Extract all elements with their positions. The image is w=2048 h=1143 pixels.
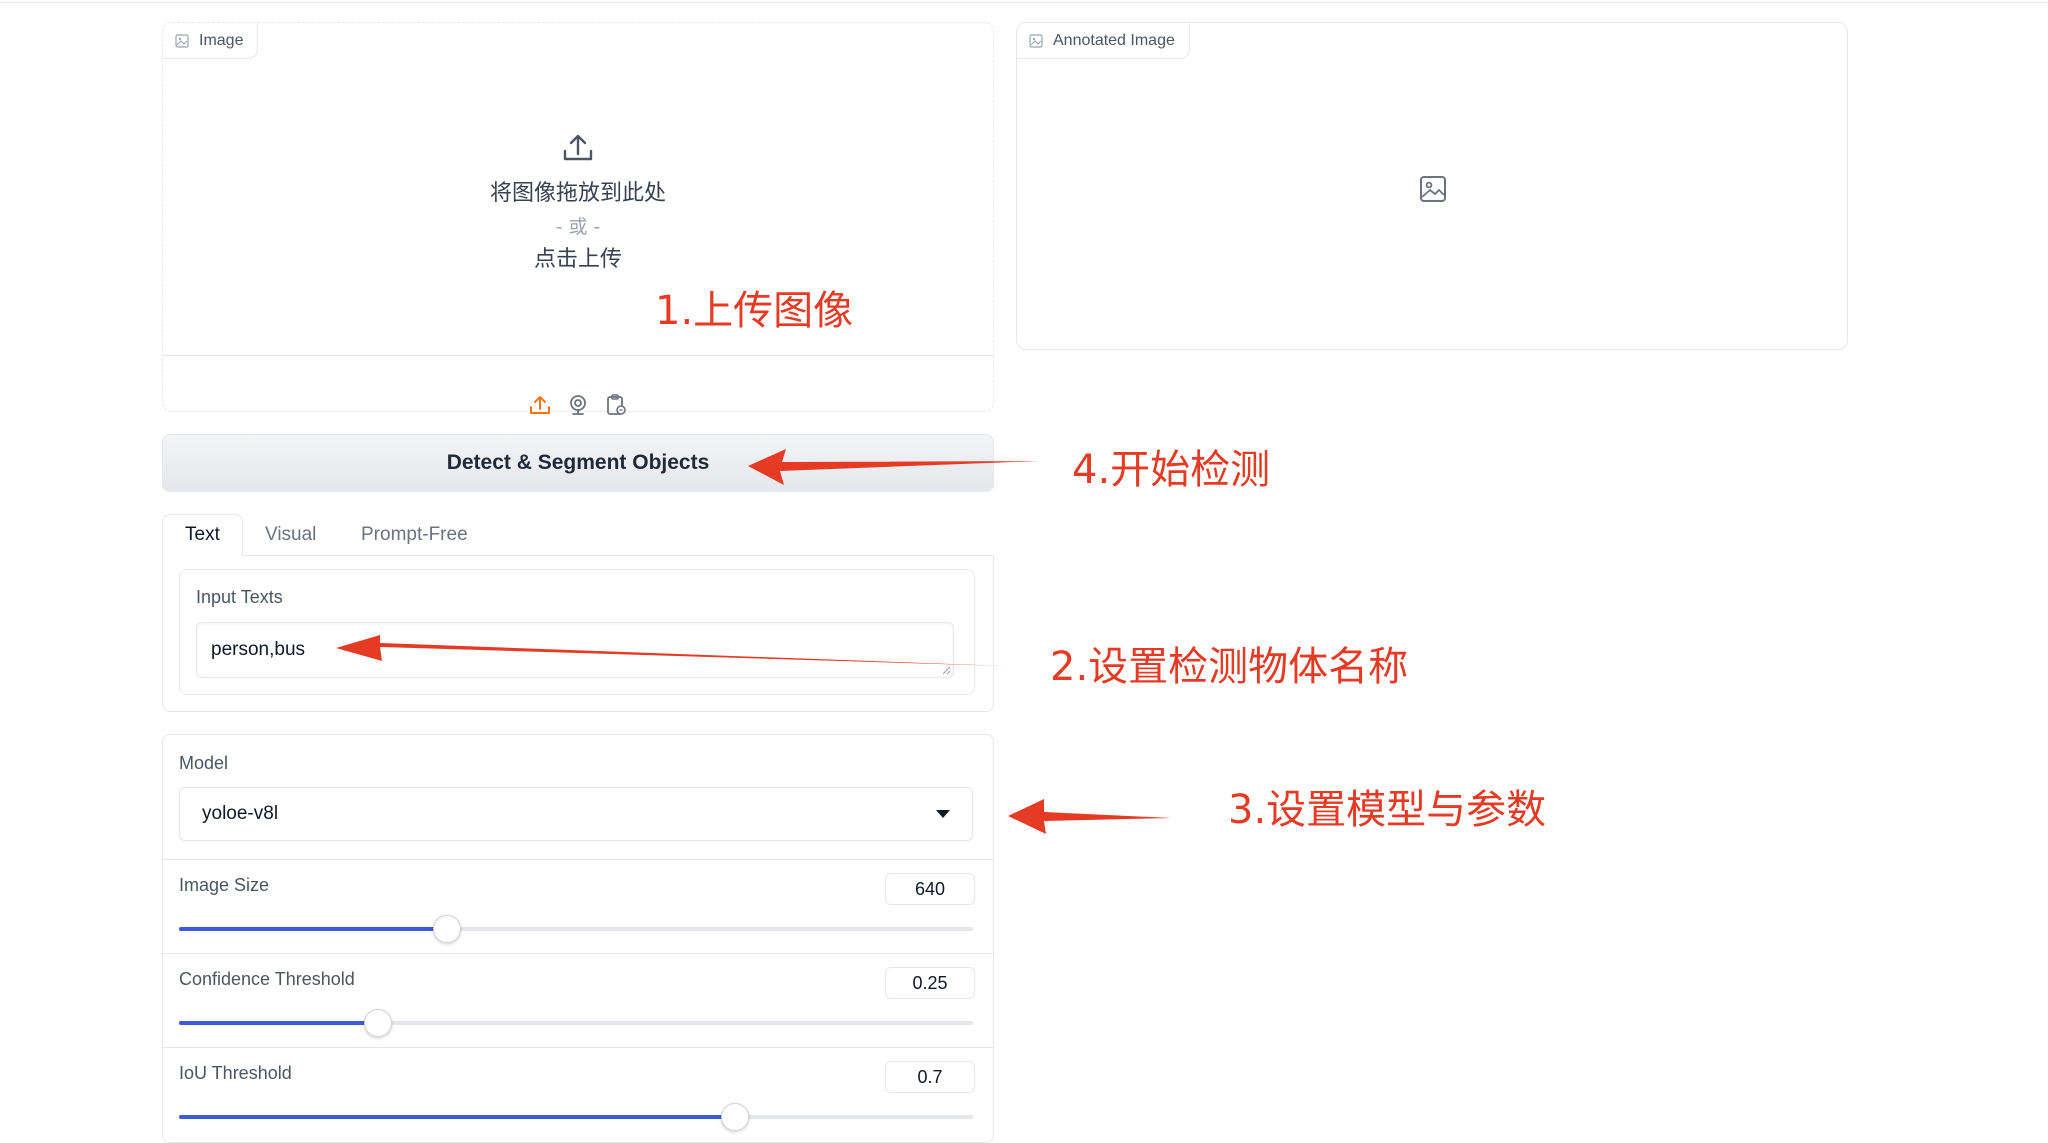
model-dropdown[interactable]: yoloe-v8l xyxy=(179,787,973,841)
chevron-down-icon xyxy=(936,810,950,818)
annotation-step1: 1.上传图像 xyxy=(655,288,854,334)
iou-threshold-label: IoU Threshold xyxy=(179,1063,292,1083)
click-upload-text: 点击上传 xyxy=(533,247,622,272)
upload-icon xyxy=(563,134,593,161)
divider xyxy=(163,953,993,954)
input-texts-label: Input Texts xyxy=(196,587,283,607)
tab-text[interactable]: Text xyxy=(162,514,243,556)
resize-grip-icon[interactable] xyxy=(941,665,951,675)
image-upload-panel[interactable]: Image 将图像拖放到此处 - 或 - 点击上传 xyxy=(162,22,994,415)
model-value: yoloe-v8l xyxy=(202,803,279,824)
webcam-icon[interactable] xyxy=(566,393,590,417)
confidence-threshold-input[interactable]: 0.25 xyxy=(885,967,975,999)
annotation-step3: 3.设置模型与参数 xyxy=(1228,787,1547,833)
image-size-slider[interactable] xyxy=(179,915,973,943)
clipboard-icon[interactable] xyxy=(604,393,628,417)
input-texts-block: Input Texts person,bus xyxy=(179,569,975,695)
image-size-label: Image Size xyxy=(179,875,270,895)
confidence-threshold-label: Confidence Threshold xyxy=(179,969,355,989)
divider xyxy=(163,859,993,860)
iou-threshold-slider[interactable] xyxy=(179,1103,973,1131)
arrow-step3 xyxy=(1008,799,1172,834)
drop-text: 将图像拖放到此处 xyxy=(489,181,666,206)
upload-icon[interactable] xyxy=(528,393,552,417)
settings-block: Model yoloe-v8l Image Size 640 Confidenc… xyxy=(162,734,994,1143)
detect-segment-button[interactable]: Detect & Segment Objects xyxy=(162,434,994,492)
image-size-input[interactable]: 640 xyxy=(885,873,975,905)
tab-prompt-free[interactable]: Prompt-Free xyxy=(361,514,468,556)
slider-fill xyxy=(179,1115,735,1119)
annotated-panel-label: Annotated Image xyxy=(1017,23,1190,59)
slider-handle[interactable] xyxy=(363,1009,392,1037)
iou-threshold-input[interactable]: 0.7 xyxy=(885,1061,975,1093)
annotation-step2: 2.设置检测物体名称 xyxy=(1050,644,1409,690)
divider xyxy=(163,1047,993,1048)
input-texts-value: person,bus xyxy=(211,639,306,660)
slider-handle[interactable] xyxy=(720,1103,749,1131)
tab-visual[interactable]: Visual xyxy=(265,514,316,556)
slider-fill xyxy=(179,927,448,931)
slider-fill xyxy=(179,1021,378,1025)
source-selector xyxy=(163,393,993,417)
image-icon xyxy=(1029,33,1043,48)
tab-panel-text: Input Texts person,bus xyxy=(162,555,994,712)
prompt-tabs: Text Visual Prompt-Free xyxy=(162,514,994,556)
annotated-panel-label-text: Annotated Image xyxy=(1053,31,1175,49)
source-divider xyxy=(163,355,993,356)
drop-zone[interactable]: 将图像拖放到此处 - 或 - 点击上传 xyxy=(163,23,993,361)
input-texts-field[interactable]: person,bus xyxy=(196,622,954,678)
image-placeholder-icon xyxy=(1420,176,1446,202)
model-label: Model xyxy=(179,753,229,773)
or-text: - 或 - xyxy=(555,216,601,238)
annotation-step4: 4.开始检测 xyxy=(1072,447,1271,493)
slider-handle[interactable] xyxy=(433,915,462,943)
top-divider xyxy=(0,2,2048,3)
confidence-threshold-slider[interactable] xyxy=(179,1009,973,1037)
annotated-image-panel: Annotated Image xyxy=(1016,22,1848,350)
